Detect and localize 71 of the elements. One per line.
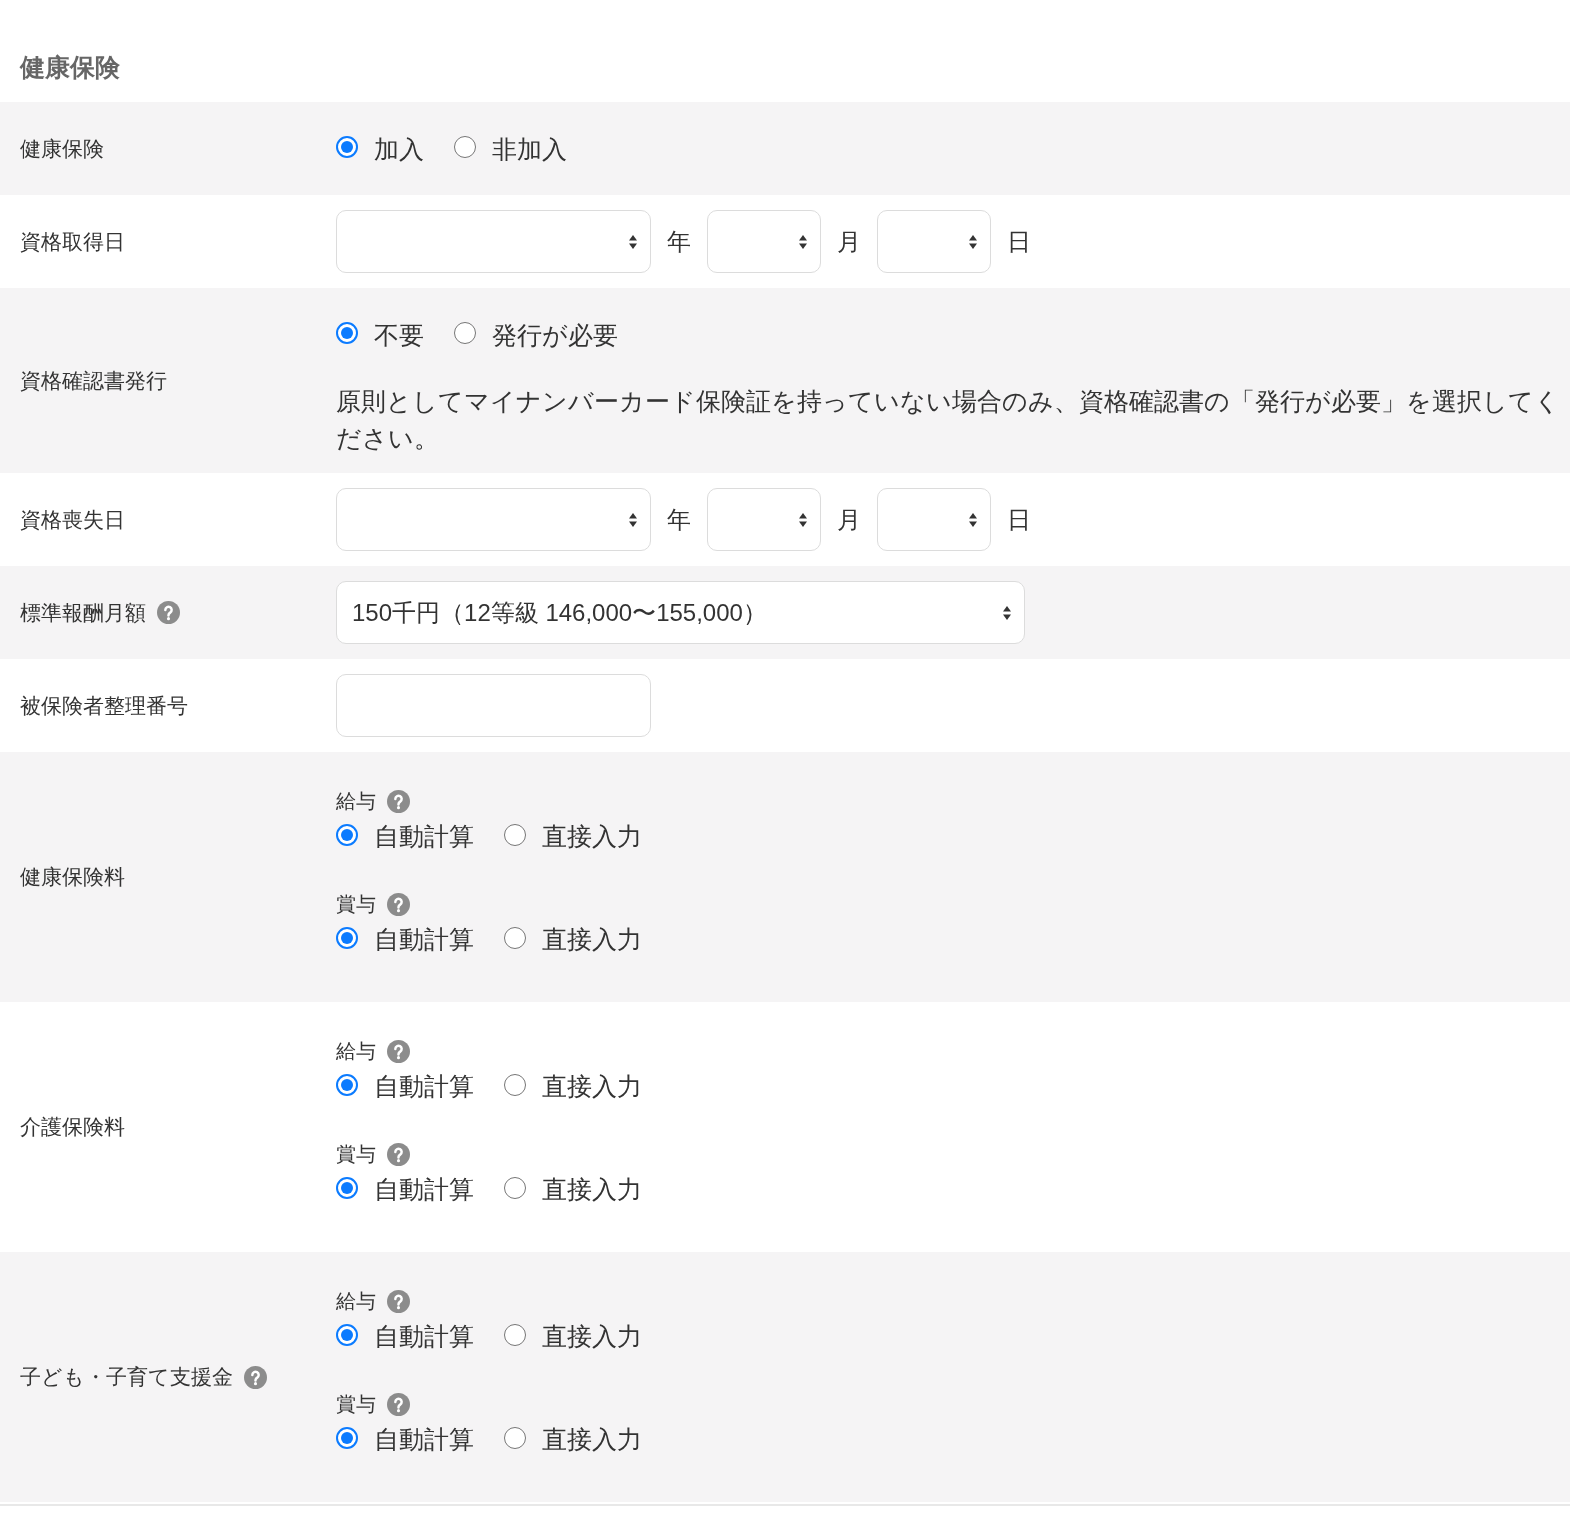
option-label[interactable]: 自動計算 xyxy=(374,818,474,854)
field-label: 健康保険 xyxy=(20,135,104,162)
radio-button[interactable] xyxy=(336,823,358,846)
help-icon[interactable] xyxy=(387,1392,410,1416)
radio-button[interactable] xyxy=(336,1073,358,1096)
select-field[interactable] xyxy=(877,488,991,551)
help-icon[interactable] xyxy=(387,1039,410,1063)
unit-label: 日 xyxy=(1007,226,1031,257)
radio-button[interactable] xyxy=(504,1323,526,1346)
unit-label: 日 xyxy=(1007,504,1031,535)
option-label[interactable]: 直接入力 xyxy=(542,1318,642,1354)
option-label[interactable]: 直接入力 xyxy=(542,1421,642,1457)
help-icon[interactable] xyxy=(387,1289,410,1313)
radio-button[interactable] xyxy=(336,136,358,158)
field-label: 被保険者整理番号 xyxy=(20,692,188,719)
select-field[interactable] xyxy=(707,210,821,273)
unit-label: 月 xyxy=(837,226,861,257)
option-label[interactable]: 直接入力 xyxy=(542,1171,642,1207)
radio-button[interactable] xyxy=(336,322,358,344)
help-icon[interactable] xyxy=(387,892,410,916)
field-label: 資格取得日 xyxy=(20,228,125,255)
radio-button[interactable] xyxy=(504,1176,526,1199)
field-label: 介護保険料 xyxy=(20,1114,125,1141)
radio-button[interactable] xyxy=(504,926,526,949)
option-label[interactable]: 非加入 xyxy=(492,130,567,167)
radio-button[interactable] xyxy=(504,1073,526,1096)
group-label: 賞与 xyxy=(336,892,376,917)
help-icon[interactable] xyxy=(244,1365,267,1389)
option-label[interactable]: 加入 xyxy=(374,130,424,167)
select-field[interactable] xyxy=(336,210,651,273)
group-label: 給与 xyxy=(336,1289,376,1314)
note-text: 原則としてマイナンバーカード保険証を持っていない場合のみ、資格確認書の「発行が必要」を選択してください。 xyxy=(336,386,1561,454)
option-label[interactable]: 直接入力 xyxy=(542,921,642,957)
select-field[interactable] xyxy=(877,210,991,273)
radio-button[interactable] xyxy=(454,322,476,344)
field-label: 資格確認書発行 xyxy=(20,367,167,394)
option-label[interactable]: 不要 xyxy=(374,316,424,353)
option-label[interactable]: 自動計算 xyxy=(374,921,474,957)
help-icon[interactable] xyxy=(387,1142,410,1166)
radio-button[interactable] xyxy=(336,1323,358,1346)
radio-button[interactable] xyxy=(504,1426,526,1449)
select-field[interactable] xyxy=(707,488,821,551)
radio-button[interactable] xyxy=(454,136,476,158)
section-title: 健康保険 xyxy=(20,52,120,82)
help-icon[interactable] xyxy=(387,789,410,813)
field-label: 資格喪失日 xyxy=(20,506,125,533)
option-label[interactable]: 発行が必要 xyxy=(492,316,618,353)
radio-button[interactable] xyxy=(504,823,526,846)
group-label: 給与 xyxy=(336,1039,376,1064)
option-label[interactable]: 直接入力 xyxy=(542,818,642,854)
field-label: 健康保険料 xyxy=(20,864,125,891)
option-label[interactable]: 直接入力 xyxy=(542,1068,642,1104)
option-label[interactable]: 自動計算 xyxy=(374,1171,474,1207)
radio-button[interactable] xyxy=(336,1176,358,1199)
radio-button[interactable] xyxy=(336,1426,358,1449)
option-label[interactable]: 自動計算 xyxy=(374,1421,474,1457)
group-label: 賞与 xyxy=(336,1392,376,1417)
select-field[interactable] xyxy=(336,488,651,551)
option-label[interactable]: 自動計算 xyxy=(374,1318,474,1354)
text-input[interactable] xyxy=(336,674,651,737)
field-label: 標準報酬月額 xyxy=(20,599,146,626)
option-label[interactable]: 自動計算 xyxy=(374,1068,474,1104)
select-field[interactable]: 150千円（12等級 146,000〜155,000） xyxy=(336,581,1025,644)
unit-label: 年 xyxy=(667,504,691,535)
unit-label: 月 xyxy=(837,504,861,535)
radio-button[interactable] xyxy=(336,926,358,949)
group-label: 賞与 xyxy=(336,1142,376,1167)
group-label: 給与 xyxy=(336,789,376,814)
unit-label: 年 xyxy=(667,226,691,257)
field-label: 子ども・子育て支援金 xyxy=(20,1364,233,1391)
help-icon[interactable] xyxy=(157,601,180,624)
